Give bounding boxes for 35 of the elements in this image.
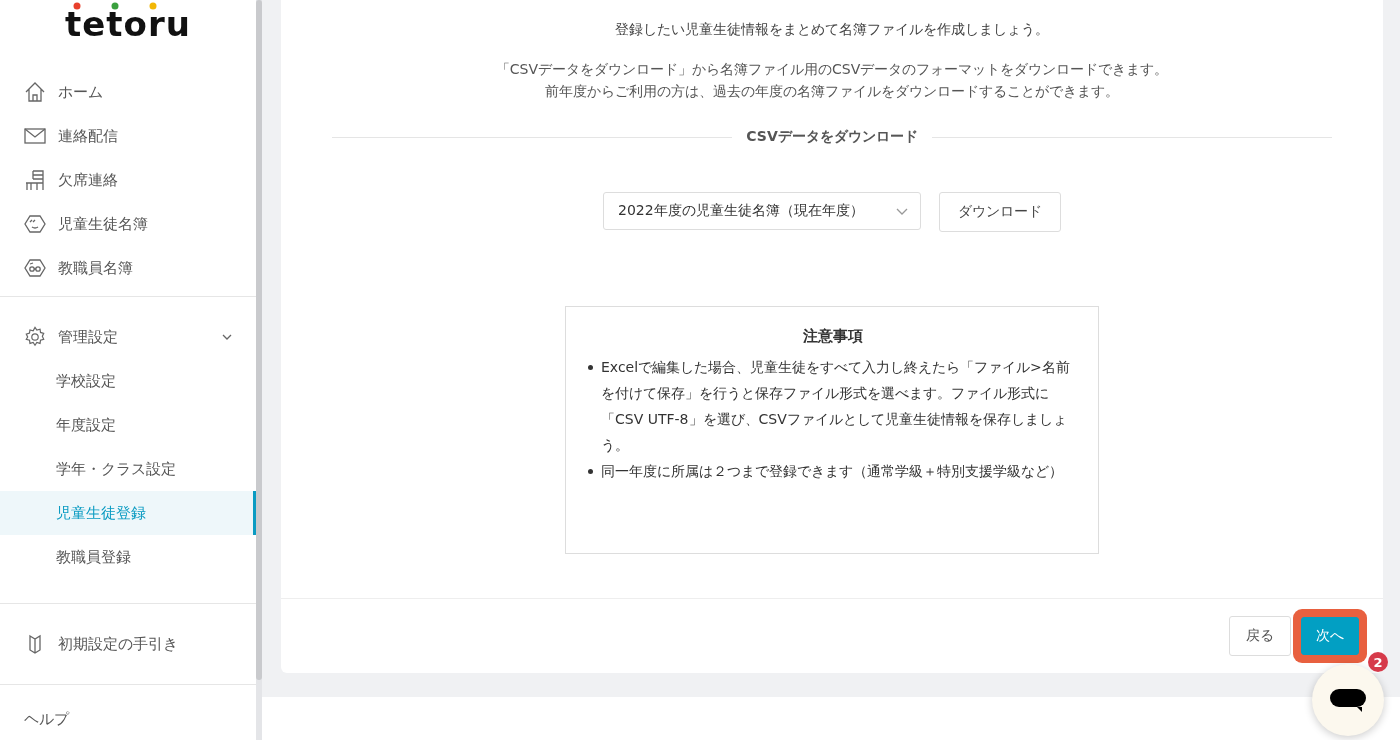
nav-item[interactable]: 連絡配信: [0, 114, 256, 158]
description-text: 前年度からご利用の方は、過去の年度の名簿ファイルをダウンロードすることができます。: [545, 82, 1119, 101]
sidebar-subitem[interactable]: 学校設定: [0, 359, 256, 403]
gear-icon: [24, 326, 46, 348]
nav-item[interactable]: 児童生徒名簿: [0, 202, 256, 246]
notes-title: 注意事項: [802, 327, 864, 346]
face-with-glasses-icon: [24, 257, 46, 279]
guide-link[interactable]: 初期設定の手引き: [0, 622, 256, 666]
logo: tetoru: [65, 6, 191, 42]
download-button[interactable]: ダウンロード: [939, 192, 1061, 232]
home-icon: [24, 81, 46, 103]
chevron-icon: [222, 334, 232, 340]
section-title: CSVデータをダウンロード: [746, 128, 918, 146]
back-button[interactable]: 戻る: [1229, 616, 1291, 656]
nav-item[interactable]: 欠席連絡: [0, 158, 256, 202]
speech-bubble-icon: [1330, 687, 1366, 713]
chair-icon: [24, 169, 46, 191]
description-text: 「CSVデータをダウンロード」から名簿ファイル用のCSVデータのフォーマットをダウンロードできます。: [495, 60, 1169, 79]
help-link[interactable]: ヘルプ: [0, 699, 256, 740]
sidebar-subitem[interactable]: 学年・クラス設定: [0, 447, 256, 491]
notification-badge: 2: [1368, 652, 1388, 672]
bullet-icon: [588, 469, 593, 474]
intro-text: 登録したい児童生徒情報をまとめて名簿ファイルを作成しましょう。: [615, 20, 1049, 39]
settings-menu[interactable]: 管理設定: [0, 315, 256, 359]
sidebar-subitem[interactable]: 年度設定: [0, 403, 256, 447]
envelope-icon: [24, 125, 46, 147]
sidebar-subitem[interactable]: 教職員登録: [0, 535, 256, 579]
nav-item[interactable]: ホーム: [0, 70, 256, 114]
chevron-icon: [896, 207, 908, 215]
bullet-icon: [588, 365, 593, 370]
smiling-face-icon: [24, 213, 46, 235]
year-select[interactable]: 2022年度の児童生徒名簿（現在年度）: [603, 192, 921, 230]
note-text: 同一年度に所属は２つまで登録できます（通常学級＋特別支援学級など）: [601, 462, 1063, 481]
note-text: Excelで編集した場合、児童生徒をすべて入力し終えたら「ファイル>名前を付けて保存」を行うと保存ファイル形式を選べます。ファイル形式に「CSV UTF-8」を選び、CSVファイルとして児童生徒情報を保存しましょう。: [601, 358, 1071, 455]
nav-item[interactable]: 教職員名簿: [0, 246, 256, 290]
